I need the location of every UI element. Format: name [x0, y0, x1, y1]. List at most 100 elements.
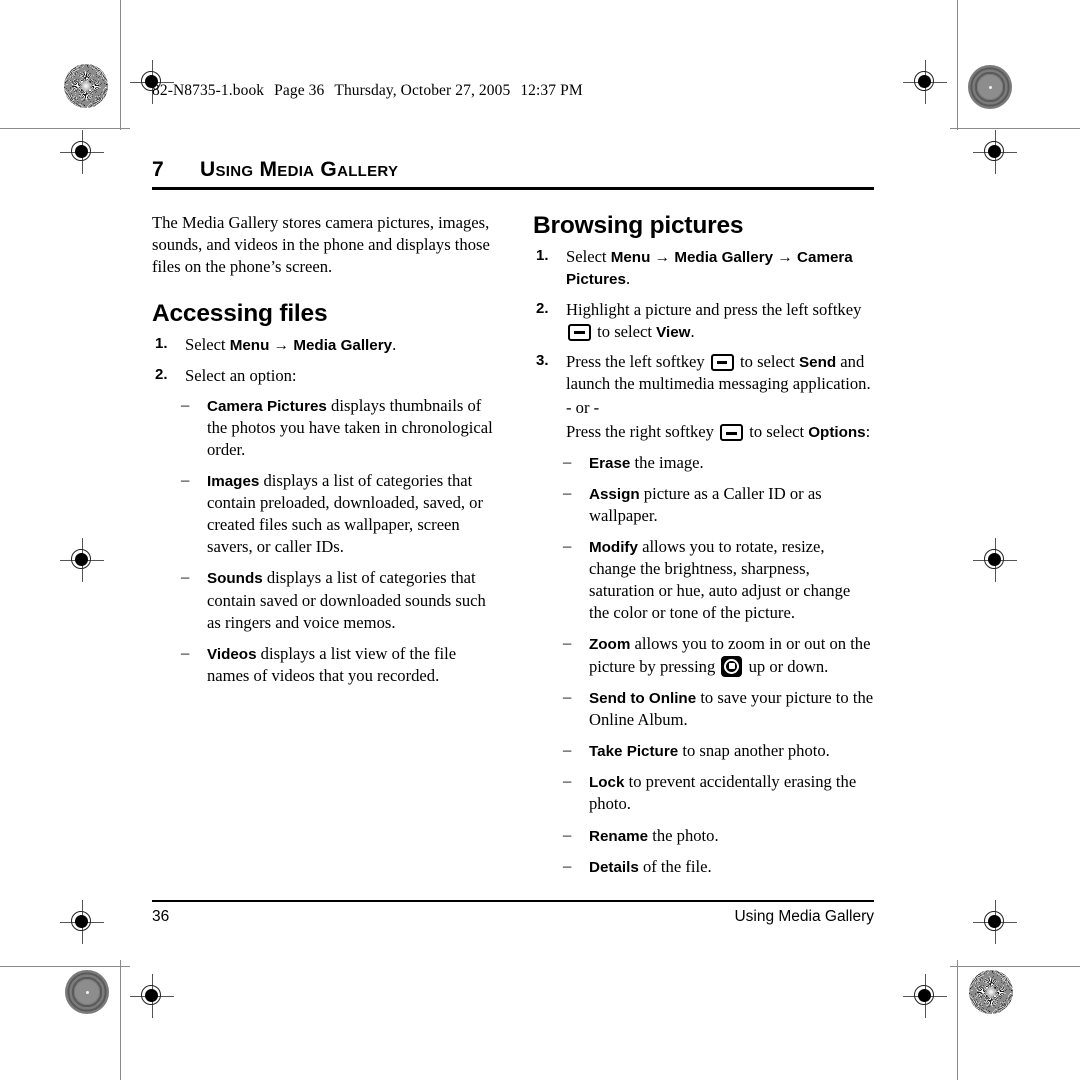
step-item: 1. Select Menu → Media Gallery.: [152, 334, 493, 356]
step-text-pre: Highlight a picture and press the left s…: [566, 299, 862, 319]
ui-term-media-gallery: Media Gallery: [674, 249, 774, 266]
print-time: 12:37 PM: [520, 82, 583, 99]
section-title-accessing-files: Accessing files: [152, 300, 328, 328]
trim-line-bottom-right: [950, 966, 1080, 967]
two-column-body: The Media Gallery stores camera pictures…: [152, 212, 874, 887]
option-term-send-to-online: Send to Online: [589, 689, 697, 707]
option-term-camera-pictures: Camera Pictures: [207, 397, 327, 415]
step-text-pre: Select: [566, 247, 611, 266]
trim-line-right-lower: [957, 960, 958, 1080]
softkey-icon: [568, 323, 591, 341]
softkey-icon: [710, 353, 734, 371]
step-text-pre: Press the left softkey: [566, 351, 709, 371]
arrow-glyph: →: [650, 249, 675, 266]
trim-line-top: [0, 128, 130, 129]
footer-rule: [152, 900, 874, 902]
footer-page-number: 36: [152, 908, 170, 925]
trim-line-top-right: [950, 128, 1080, 129]
chapter-rule: [152, 187, 874, 190]
dash-bullet: –: [181, 567, 190, 587]
list-item: – Modify allows you to rotate, resize, ch…: [561, 536, 874, 624]
arrow-glyph: →: [773, 249, 798, 266]
chapter-number: 7: [152, 158, 164, 181]
page-label: Page 36: [274, 82, 325, 99]
right-column: Browsing pictures 1. Select Menu → Media …: [533, 212, 874, 887]
ui-term-view: View: [656, 323, 691, 341]
step3-alternate: Press the right softkey to select Option…: [566, 421, 874, 443]
list-item: – Erase the image.: [561, 452, 874, 474]
step-text-mid: to select: [735, 351, 800, 371]
option-term-modify: Modify: [589, 539, 638, 557]
arrow-glyph: →: [269, 337, 294, 355]
step-item: 2. Highlight a picture and press the left…: [533, 299, 874, 343]
dash-bullet: –: [181, 642, 190, 662]
step-number: 1.: [536, 247, 549, 264]
registration-mark-lower-left: [60, 900, 104, 944]
list-item: – Camera Pictures displays thumbnails of …: [179, 395, 493, 461]
dash-bullet: –: [563, 482, 572, 502]
step-text: Select an option:: [185, 365, 297, 385]
dash-bullet: –: [181, 470, 190, 490]
dash-bullet: –: [563, 824, 572, 844]
option-description: of the file.: [638, 856, 712, 876]
ui-term-media-gallery: Media Gallery: [293, 337, 393, 355]
option-term-videos: Videos: [207, 645, 257, 663]
star-target-icon-bottom-right: [969, 970, 1013, 1014]
list-item: – Sounds displays a list of categories th…: [179, 567, 493, 633]
step-item: 3. Press the left softkey to select Send …: [533, 351, 874, 444]
list-item: – Lock to prevent accidentally erasing th…: [561, 771, 874, 815]
book-filename: 82-N8735-1.book: [152, 82, 265, 99]
option-term-sounds: Sounds: [207, 570, 263, 588]
left-column: The Media Gallery stores camera pictures…: [152, 212, 493, 887]
list-item: – Videos displays a list view of the file…: [179, 643, 493, 687]
accessing-files-steps: 1. Select Menu → Media Gallery. 2. Select …: [152, 334, 493, 387]
option-term-lock: Lock: [589, 774, 625, 792]
dash-bullet: –: [563, 686, 572, 706]
dash-bullet: –: [181, 394, 190, 414]
trim-line-left: [120, 0, 121, 130]
or-separator: - or -: [566, 398, 600, 418]
halftone-patch-top-right: [968, 65, 1012, 109]
dash-bullet: –: [563, 451, 572, 471]
browsing-pictures-steps: 1. Select Menu → Media Gallery → Camera P…: [533, 246, 874, 444]
option-term-erase: Erase: [589, 454, 631, 472]
list-item: – Zoom allows you to zoom in or out on th…: [561, 633, 874, 677]
list-item: – Send to Online to save your picture to …: [561, 687, 874, 731]
ui-term-menu: Menu: [610, 249, 651, 266]
dash-bullet: –: [563, 771, 572, 791]
option-term-rename: Rename: [589, 827, 649, 845]
option-term-images: Images: [207, 473, 260, 491]
step-number: 1.: [155, 335, 168, 353]
list-item: – Rename the photo.: [561, 825, 874, 847]
accessing-files-options: – Camera Pictures displays thumbnails of …: [179, 395, 493, 687]
list-item: – Take Picture to snap another photo.: [561, 740, 874, 762]
option-description: the image.: [630, 452, 704, 472]
option-description: the photo.: [648, 825, 719, 845]
option-description-after: up or down.: [744, 656, 829, 676]
registration-mark-mid-right: [973, 538, 1017, 582]
section-title-browsing-pictures: Browsing pictures: [533, 212, 744, 239]
option-description: to prevent accidentally erasing the phot…: [589, 772, 857, 814]
step-number: 2.: [536, 299, 549, 317]
nav-key-icon: [721, 655, 743, 677]
option-term-details: Details: [589, 858, 639, 876]
trim-line-bottom: [0, 966, 130, 967]
list-item: – Assign picture as a Caller ID or as wal…: [561, 483, 874, 527]
intro-paragraph: The Media Gallery stores camera pictures…: [152, 213, 490, 277]
step-text-post: .: [690, 321, 695, 341]
step-item: 2. Select an option:: [152, 365, 493, 387]
option-term-zoom: Zoom: [589, 636, 631, 654]
registration-mark-upper-left: [60, 130, 104, 174]
option-description: to snap another photo.: [678, 741, 830, 761]
page-footer: 36 Using Media Gallery: [152, 900, 874, 926]
registration-mark-mid-left: [60, 538, 104, 582]
chapter-title: Using Media Gallery: [200, 158, 399, 181]
step-text-pre: Select: [185, 335, 230, 355]
ui-term-options: Options: [808, 424, 866, 442]
step-text-post: .: [392, 335, 397, 355]
step-text-post: .: [625, 269, 631, 289]
chapter-heading: 7 Using Media Gallery: [152, 158, 874, 190]
registration-mark-lower-right: [973, 900, 1017, 944]
option-term-take-picture: Take Picture: [589, 743, 679, 761]
browsing-options-list: – Erase the image. – Assign picture as a C…: [561, 452, 874, 878]
